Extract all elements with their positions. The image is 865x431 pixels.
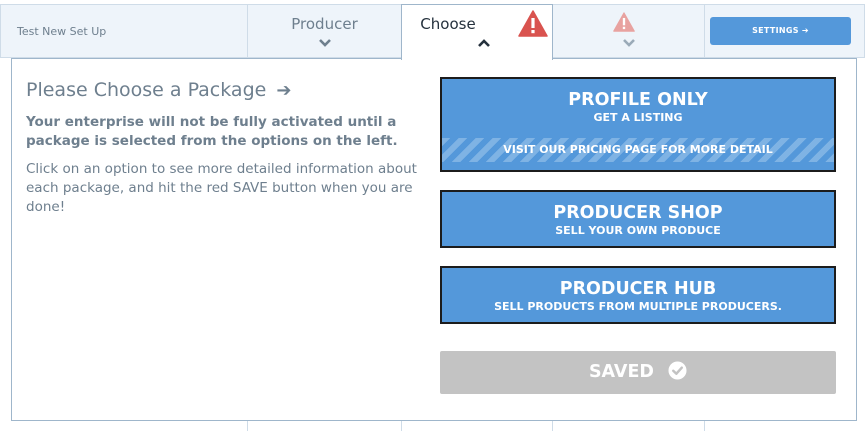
page-title-text: Please Choose a Package <box>26 79 267 101</box>
package-producer-shop[interactable]: PRODUCER SHOP SELL YOUR OWN PRODUCE <box>440 190 836 248</box>
enterprise-name: Test New Set Up <box>17 25 107 38</box>
page-title: Please Choose a Package ➔ <box>26 79 291 101</box>
settings-button-label: SETTINGS <box>752 26 799 35</box>
check-circle-icon <box>668 360 687 380</box>
help-text: Click on an option to see more detailed … <box>26 161 417 215</box>
chevron-up-icon <box>478 39 490 47</box>
tab-choose-label: Choose <box>420 15 476 33</box>
package-title: PRODUCER HUB <box>559 279 717 299</box>
warning-triangle-icon <box>613 12 635 32</box>
tab-choose[interactable]: Choose <box>401 4 553 60</box>
package-subtitle: GET A LISTING <box>593 111 683 124</box>
package-profile-only[interactable]: PROFILE ONLY GET A LISTING VISIT OUR PRI… <box>440 77 836 172</box>
tab-producer-label: Producer <box>291 15 358 33</box>
package-subtitle: SELL PRODUCTS FROM MULTIPLE PRODUCERS. <box>494 300 782 313</box>
arrow-right-icon: ➔ <box>801 26 809 35</box>
tab-settings: SETTINGS ➔ <box>704 4 865 58</box>
package-title: PROFILE ONLY <box>568 90 708 110</box>
warning-triangle-icon <box>518 10 548 37</box>
package-title: PRODUCER SHOP <box>553 203 723 223</box>
enterprise-tab-bar: Test New Set Up Producer Choose SETTINGS <box>0 0 865 60</box>
tab-enterprise-name: Test New Set Up <box>0 4 248 58</box>
save-button[interactable]: SAVED <box>440 351 836 394</box>
activation-warning: Your enterprise will not be fully activa… <box>26 114 398 149</box>
tab-divider-lines <box>0 421 865 431</box>
chevron-down-icon <box>318 39 331 47</box>
chevron-down-icon <box>622 39 635 47</box>
arrow-right-icon: ➔ <box>276 80 292 101</box>
pricing-page-link[interactable]: VISIT OUR PRICING PAGE FOR MORE DETAIL <box>442 138 834 162</box>
tab-producer[interactable]: Producer <box>247 4 402 58</box>
package-producer-hub[interactable]: PRODUCER HUB SELL PRODUCTS FROM MULTIPLE… <box>440 266 836 324</box>
save-button-label: SAVED <box>588 362 654 382</box>
tab-package-status[interactable] <box>552 4 705 58</box>
package-subtitle: SELL YOUR OWN PRODUCE <box>555 224 721 237</box>
settings-button[interactable]: SETTINGS ➔ <box>710 17 851 45</box>
